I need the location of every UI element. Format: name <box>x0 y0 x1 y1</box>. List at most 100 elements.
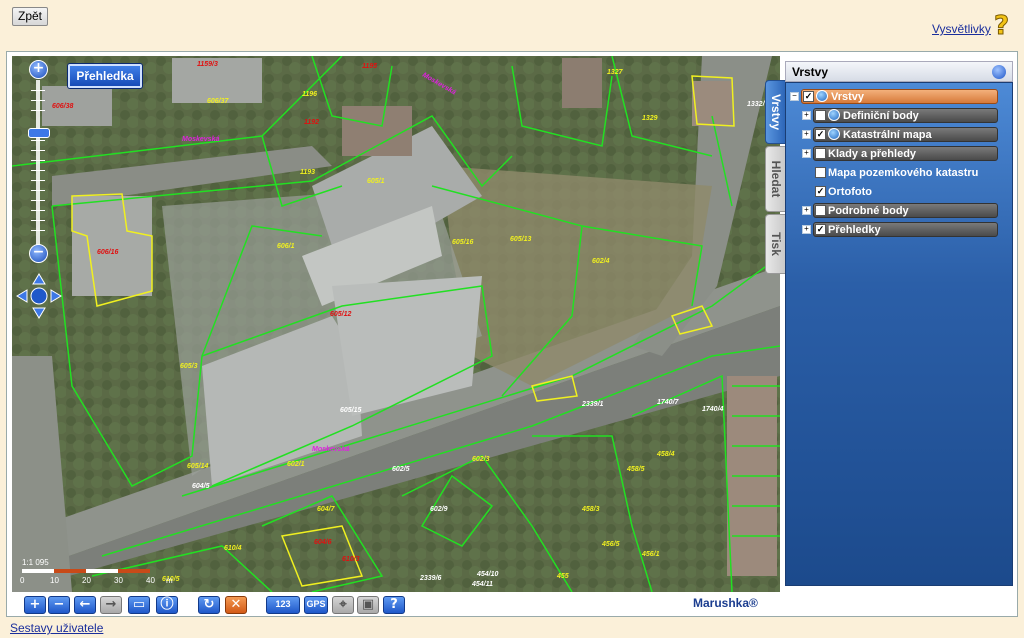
svg-text:606/38: 606/38 <box>52 103 74 110</box>
layers-panel: Vrstvy − ✓ Vrstvy + Definiční body + ✓ Katastrá… <box>785 61 1013 589</box>
svg-text:1196: 1196 <box>302 91 317 98</box>
help-button[interactable]: ? <box>383 596 405 614</box>
street-label: Moskevská <box>182 136 219 143</box>
svg-text:610/4: 610/4 <box>224 545 242 552</box>
user-reports-link[interactable]: Sestavy uživatele <box>10 621 103 635</box>
layer-row[interactable]: + ✓ Přehledky <box>786 222 1008 238</box>
legend-link[interactable]: Vysvětlivky <box>932 22 991 36</box>
tab-layers[interactable]: Vrstvy <box>765 80 785 144</box>
layer-checkbox[interactable] <box>815 148 826 159</box>
refresh-button[interactable]: ↻ <box>198 596 220 614</box>
svg-text:605/3: 605/3 <box>180 363 198 370</box>
layer-checkbox[interactable] <box>815 167 826 178</box>
layer-row[interactable]: ✓ Ortofoto <box>786 184 1008 200</box>
layer-label: Mapa pozemkového katastru <box>828 167 979 179</box>
svg-text:454/10: 454/10 <box>476 571 499 578</box>
measure-button[interactable]: 123 <box>266 596 300 614</box>
pan-up-icon[interactable] <box>32 273 46 285</box>
orthophoto-map[interactable]: 606/26 1159/3 1196 1195 1327 1332/7 606/… <box>12 56 780 592</box>
layer-info-icon[interactable] <box>828 109 840 121</box>
street-label: Moskevská <box>312 446 349 453</box>
layer-label: Definiční body <box>843 110 919 122</box>
brand-logo: Marushka® <box>693 596 758 610</box>
layer-label: Přehledky <box>828 224 881 236</box>
layer-row[interactable]: + Podrobné body <box>786 203 1008 219</box>
tab-print[interactable]: Tisk <box>765 214 785 274</box>
layer-row[interactable]: + ✓ Katastrální mapa <box>786 127 1008 143</box>
scale-tick: 40 <box>146 576 155 585</box>
layer-info-icon[interactable] <box>816 90 828 102</box>
layer-checkbox[interactable] <box>815 205 826 216</box>
svg-text:605/12: 605/12 <box>330 311 352 318</box>
svg-text:458/5: 458/5 <box>626 466 645 473</box>
layer-label: Vrstvy <box>831 91 865 103</box>
clear-button[interactable]: ✕ <box>225 596 247 614</box>
layer-checkbox[interactable]: ✓ <box>815 224 826 235</box>
expand-toggle-icon[interactable]: − <box>790 92 799 101</box>
layer-row[interactable]: + Definiční body <box>786 108 1008 124</box>
map-view[interactable]: 606/26 1159/3 1196 1195 1327 1332/7 606/… <box>12 56 780 592</box>
expand-toggle-icon[interactable]: + <box>802 149 811 158</box>
svg-text:605/14: 605/14 <box>187 463 209 470</box>
gps-button[interactable]: GPS <box>304 596 328 614</box>
layer-label: Podrobné body <box>828 205 909 217</box>
svg-text:1740/7: 1740/7 <box>657 399 680 406</box>
scale-ratio: 1:1 095 <box>22 558 49 567</box>
svg-text:606/16: 606/16 <box>97 249 119 256</box>
zoom-handle[interactable] <box>28 128 50 138</box>
scale-bar: 1:1 095 0 10 20 30 40 m <box>16 556 186 586</box>
svg-text:604/7: 604/7 <box>317 506 336 513</box>
svg-text:602/1: 602/1 <box>287 461 305 468</box>
svg-text:458/4: 458/4 <box>656 451 675 458</box>
svg-text:604/6: 604/6 <box>314 539 332 546</box>
expand-toggle-icon[interactable]: + <box>802 225 811 234</box>
layer-row[interactable]: − ✓ Vrstvy <box>786 89 1008 105</box>
pan-control[interactable] <box>15 272 63 320</box>
info-button[interactable]: ⓘ <box>156 596 178 614</box>
svg-text:?: ? <box>994 11 1009 38</box>
map-toolbar: + − ← → ▭ ⓘ ↻ ✕ 123 GPS ⌖ ▣ ? <box>12 594 780 616</box>
question-mark-icon[interactable]: ? <box>990 10 1016 39</box>
layer-row[interactable]: Mapa pozemkového katastru <box>786 165 1008 181</box>
svg-text:602/3: 602/3 <box>472 456 490 463</box>
panel-title: Vrstvy <box>792 65 829 79</box>
globe-icon[interactable] <box>992 65 1006 79</box>
pan-right-icon[interactable] <box>50 289 62 303</box>
expand-toggle-icon[interactable]: + <box>802 206 811 215</box>
svg-text:604/5: 604/5 <box>192 483 210 490</box>
layer-checkbox[interactable]: ✓ <box>803 91 814 102</box>
layer-checkbox[interactable]: ✓ <box>815 129 826 140</box>
pan-left-icon[interactable] <box>16 289 28 303</box>
zoom-out-icon[interactable]: − <box>29 244 48 263</box>
svg-text:458/3: 458/3 <box>581 506 600 513</box>
back-arrow-button[interactable]: ← <box>74 596 96 614</box>
zoom-in-icon[interactable]: + <box>29 60 48 79</box>
expand-toggle-icon[interactable]: + <box>802 111 811 120</box>
select-cursor-button[interactable]: ⌖ <box>332 596 354 614</box>
forward-arrow-button[interactable]: → <box>100 596 122 614</box>
overview-button[interactable]: Přehledka <box>68 64 142 88</box>
expand-toggle-icon[interactable]: + <box>802 130 811 139</box>
zoom-track[interactable] <box>36 80 40 248</box>
scale-tick: 30 <box>114 576 123 585</box>
tab-search[interactable]: Hledat <box>765 146 785 212</box>
panel-header: Vrstvy <box>785 61 1013 82</box>
layer-checkbox[interactable] <box>815 110 826 121</box>
svg-text:454/11: 454/11 <box>471 581 493 588</box>
svg-text:610/3: 610/3 <box>342 556 360 563</box>
print-camera-button[interactable]: ▣ <box>357 596 379 614</box>
pan-down-icon[interactable] <box>32 307 46 319</box>
svg-text:606/1: 606/1 <box>277 243 295 250</box>
layer-info-icon[interactable] <box>828 128 840 140</box>
svg-text:1327: 1327 <box>607 69 624 76</box>
zoom-out-button[interactable]: − <box>48 596 70 614</box>
svg-text:602/9: 602/9 <box>430 506 448 513</box>
layer-row[interactable]: + Klady a přehledy <box>786 146 1008 162</box>
zoom-slider[interactable]: + − <box>28 60 50 263</box>
back-button[interactable]: Zpět <box>12 7 49 26</box>
layer-checkbox[interactable]: ✓ <box>815 186 826 197</box>
zoom-rectangle-button[interactable]: ▭ <box>128 596 150 614</box>
layer-label: Klady a přehledy <box>828 148 917 160</box>
pan-center-icon[interactable] <box>30 287 48 305</box>
zoom-in-button[interactable]: + <box>24 596 46 614</box>
